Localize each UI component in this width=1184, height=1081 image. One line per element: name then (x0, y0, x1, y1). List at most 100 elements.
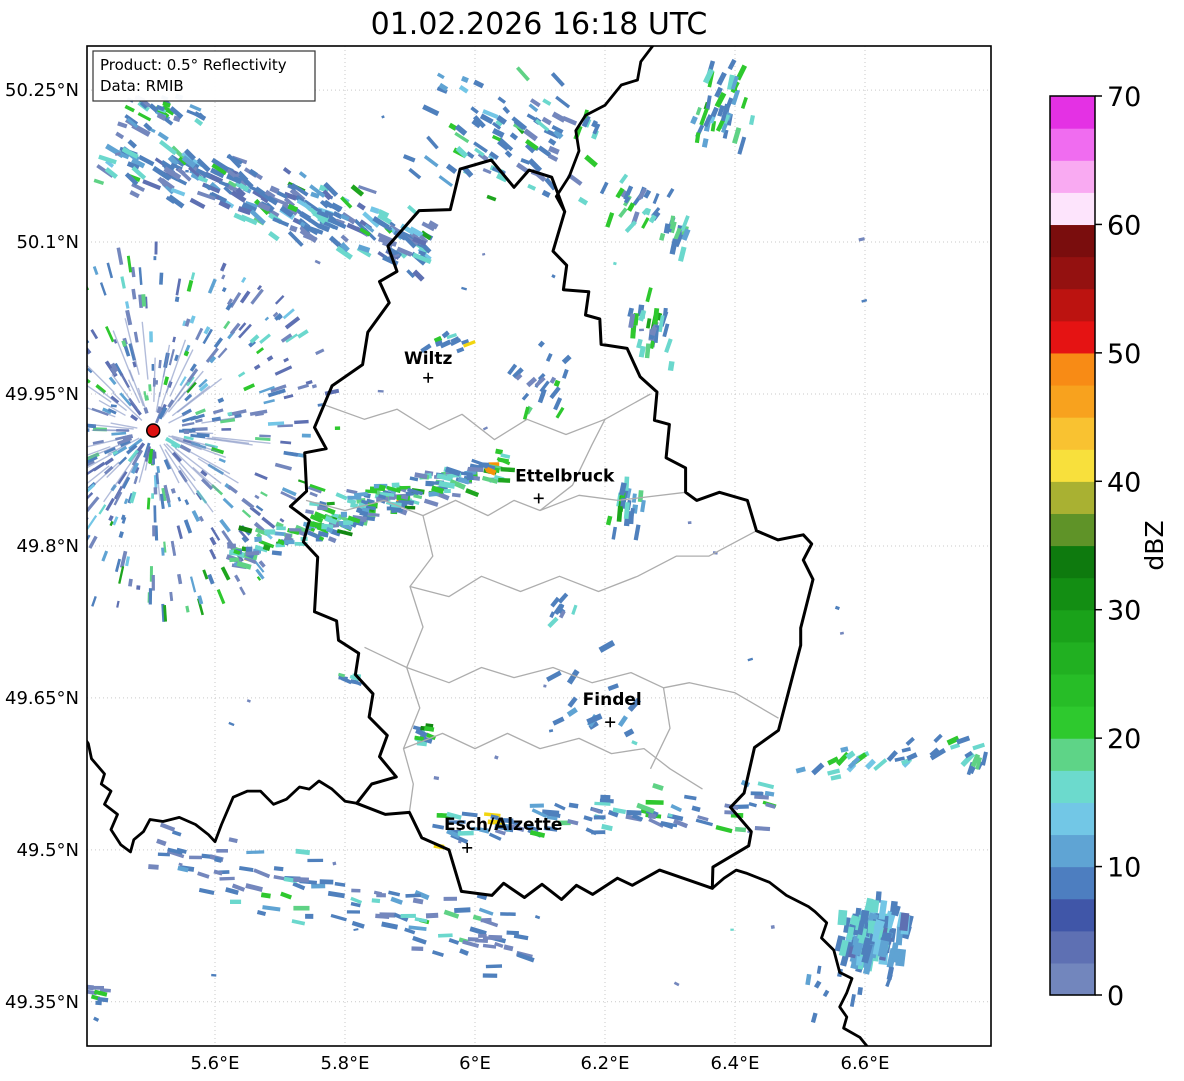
radar-echo (341, 512, 347, 518)
radar-echo (207, 574, 214, 585)
district-border-layer (306, 394, 779, 812)
radar-echo (381, 922, 398, 930)
radar-echo (55, 450, 62, 454)
radar-echo (195, 408, 206, 415)
radar-echo (498, 478, 510, 483)
radar-echo (108, 515, 113, 521)
radar-echo (32, 522, 43, 532)
colorbar-segment (1050, 834, 1095, 867)
x-tick-label: 5.8°E (321, 1053, 370, 1074)
radar-echo (151, 493, 154, 499)
colorbar-segment (1050, 578, 1095, 611)
radar-echo (213, 408, 224, 414)
radar-echo (80, 423, 96, 428)
radar-echo (90, 329, 98, 339)
x-tick-label: 6°E (459, 1053, 491, 1074)
radar-echo (335, 882, 346, 887)
radar-echo (156, 839, 166, 846)
radar-echo (124, 498, 128, 504)
radar-echo (0, 458, 2, 464)
radar-echo (600, 795, 610, 800)
radar-echo (71, 272, 80, 285)
radar-echo (548, 138, 556, 146)
radar-echo (104, 457, 114, 465)
radar-echo (75, 325, 82, 333)
y-tick-label: 50.1°N (16, 232, 79, 253)
radar-echo (23, 466, 34, 472)
x-tick-label: 6.4°E (711, 1053, 760, 1074)
radar-echo (275, 295, 285, 305)
radar-echo (191, 272, 196, 280)
radar-echo (272, 217, 289, 227)
radar-echo (152, 364, 155, 371)
radar-echo (771, 925, 775, 929)
radar-echo (546, 353, 553, 362)
radar-echo (906, 752, 917, 761)
radar-echo (652, 783, 664, 791)
radar-echo (628, 514, 633, 524)
radar-echo (261, 517, 275, 529)
radar-echo (755, 826, 770, 831)
radar-echo (486, 195, 496, 202)
radar-echo (189, 856, 202, 860)
figure-canvas: WiltzEttelbruckFindelEsch/Alzette 5.6°E5… (0, 0, 1184, 1081)
radar-echo (274, 866, 284, 871)
radar-echo (424, 155, 439, 167)
radar-echo (390, 897, 403, 905)
radar-echo (500, 453, 510, 459)
radar-echo (259, 434, 271, 437)
radar-echo (688, 521, 692, 524)
radar-echo (245, 883, 263, 892)
radar-echo (702, 138, 709, 148)
radar-echo (88, 536, 97, 549)
radar-echo (284, 394, 294, 399)
radar-echo (302, 434, 311, 438)
radar-echo (209, 537, 216, 546)
radar-echo (372, 898, 381, 903)
radar-echo (139, 267, 143, 285)
radar-echo (933, 734, 942, 743)
radar-echo (328, 891, 345, 898)
colorbar-segment (1050, 96, 1095, 129)
radar-echo (50, 573, 62, 589)
radar-echo (176, 278, 182, 295)
radar-echo (241, 498, 254, 509)
radar-echo (171, 488, 176, 494)
radar-echo (73, 361, 86, 372)
radar-echo (741, 97, 748, 109)
radar-echo (817, 966, 822, 974)
country-border-layer (80, 45, 872, 1053)
radar-echo (906, 737, 915, 746)
radar-echo (187, 280, 193, 292)
radar-echo (172, 337, 176, 343)
radar-echo (538, 341, 545, 348)
radar-echo (36, 280, 49, 295)
radar-echo (41, 420, 46, 424)
radar-echo (617, 506, 623, 522)
radar-echo (850, 994, 856, 1007)
radar-echo (424, 499, 439, 507)
radar-echo (606, 516, 613, 526)
city-label: Findel (583, 690, 642, 710)
colorbar-tick-label: 40 (1107, 467, 1141, 498)
radar-echo (796, 766, 806, 773)
radar-echo (584, 155, 598, 168)
radar-echo (185, 170, 189, 173)
y-axis-tick-labels: 50.25°N50.1°N49.95°N49.8°N49.65°N49.5°N4… (5, 80, 79, 1013)
radar-echo (331, 914, 347, 921)
city-label: Esch/Alzette (444, 815, 562, 835)
radar-echo (185, 606, 189, 613)
radar-echo (77, 462, 85, 468)
radar-echo (243, 383, 255, 391)
radar-echo (184, 351, 189, 357)
radar-echo (267, 355, 274, 361)
radar-echo (219, 180, 230, 187)
radar-echo (156, 466, 160, 473)
colorbar-tick-label: 0 (1107, 981, 1124, 1012)
radar-echo (716, 825, 733, 833)
y-tick-label: 49.5°N (16, 840, 79, 861)
radar-echo (543, 684, 546, 687)
radar-echo (470, 106, 479, 114)
radar-echo (426, 136, 439, 150)
radar-echo (242, 509, 251, 518)
